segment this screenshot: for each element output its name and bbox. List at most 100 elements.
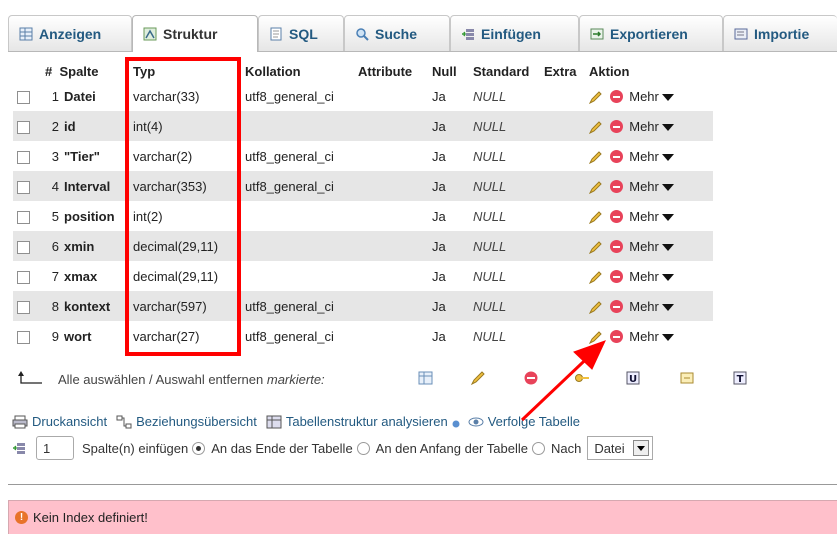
primary-key-icon[interactable] [574, 370, 590, 386]
select-all-link[interactable]: Alle auswählen / Auswahl entfernen marki… [58, 372, 325, 387]
edit-pencil-icon[interactable] [589, 210, 603, 224]
more-dropdown[interactable]: Mehr [629, 149, 674, 164]
delete-icon[interactable] [610, 330, 624, 344]
table-row: 1 Datei varchar(33) utf8_general_ci Ja NULL M… [13, 81, 713, 111]
radio-start-of-table[interactable] [356, 441, 370, 455]
search-icon [356, 27, 369, 41]
edit-pencil-icon[interactable] [470, 370, 486, 386]
delete-icon[interactable] [610, 90, 624, 104]
tab-label: Struktur [163, 26, 218, 42]
no-index-error: ! Kein Index definiert! [8, 500, 837, 534]
add-columns-label: Spalte(n) einfügen [82, 440, 189, 456]
track-table-link[interactable]: Verfolge Tabelle [488, 414, 580, 429]
more-label: Mehr [629, 239, 659, 255]
more-label: Mehr [629, 209, 659, 225]
tab-label: SQL [289, 25, 318, 42]
column-name-cell: 2 id [41, 111, 129, 141]
column-type: varchar(27) [129, 321, 241, 351]
delete-icon[interactable] [610, 270, 624, 284]
header-extra[interactable]: Extra [540, 61, 585, 81]
more-dropdown[interactable]: Mehr [629, 269, 674, 284]
row-checkbox[interactable] [17, 150, 30, 164]
row-checkbox[interactable] [17, 300, 30, 314]
delete-icon[interactable] [523, 370, 539, 386]
fulltext-icon[interactable]: T [732, 370, 748, 386]
column-default: NULL [469, 201, 540, 231]
header-standard[interactable]: Standard [469, 61, 540, 81]
print-view-link[interactable]: Druckansicht [32, 414, 107, 429]
delete-icon[interactable] [610, 120, 624, 134]
column-type: decimal(29,11) [129, 261, 241, 291]
after-column-select[interactable]: Datei [587, 436, 654, 460]
column-type: int(2) [129, 201, 241, 231]
row-checkbox[interactable] [17, 240, 30, 254]
column-count-input[interactable]: 1 [36, 436, 74, 460]
row-checkbox[interactable] [17, 90, 30, 104]
insert-column-icon [13, 443, 25, 454]
tab-struktur[interactable]: Struktur [132, 15, 258, 52]
row-checkbox[interactable] [17, 210, 30, 224]
header-spalte-label[interactable]: Spalte [59, 64, 98, 79]
header-typ[interactable]: Typ [129, 61, 241, 81]
radio-end-of-table[interactable] [192, 441, 206, 455]
chevron-down-icon[interactable] [633, 440, 650, 456]
column-name: kontext [64, 298, 111, 314]
column-collation: utf8_general_ci [241, 171, 354, 201]
more-dropdown[interactable]: Mehr [629, 89, 674, 104]
tab-exportieren[interactable]: Exportieren [579, 15, 723, 51]
caret-down-icon [661, 184, 674, 192]
column-default: NULL [469, 231, 540, 261]
table-row: 3 "Tier" varchar(2) utf8_general_ci Ja NULL M… [13, 141, 713, 171]
delete-icon[interactable] [610, 240, 624, 254]
tab-label: Anzeigen [39, 25, 102, 42]
more-dropdown[interactable]: Mehr [629, 179, 674, 194]
edit-pencil-icon[interactable] [589, 240, 603, 254]
browse-icon[interactable] [418, 370, 434, 386]
table-row: 4 Interval varchar(353) utf8_general_ci Ja NU… [13, 171, 713, 201]
column-name-cell: 1 Datei [41, 81, 129, 111]
help-icon[interactable] [452, 415, 460, 429]
tab-label: Exportieren [610, 25, 688, 42]
edit-pencil-icon[interactable] [589, 330, 603, 344]
edit-pencil-icon[interactable] [589, 300, 603, 314]
row-checkbox[interactable] [17, 120, 30, 134]
column-actions: Mehr [585, 261, 713, 291]
delete-icon[interactable] [610, 300, 624, 314]
header-num: # [45, 63, 53, 79]
row-checkbox[interactable] [17, 330, 30, 344]
edit-pencil-icon[interactable] [589, 120, 603, 134]
relations-link[interactable]: Beziehungsübersicht [136, 414, 257, 429]
unique-icon[interactable]: U [625, 370, 641, 386]
row-checkbox[interactable] [17, 180, 30, 194]
tab-sql[interactable]: SQL [258, 15, 344, 51]
column-name-cell: 8 kontext [41, 291, 129, 321]
edit-pencil-icon[interactable] [589, 270, 603, 284]
column-name: wort [64, 328, 92, 344]
edit-pencil-icon[interactable] [589, 180, 603, 194]
tab-label: Suche [375, 25, 418, 42]
column-null: Ja [428, 141, 469, 171]
tab-einfuegen[interactable]: Einfügen [450, 15, 579, 51]
header-null[interactable]: Null [428, 61, 469, 81]
edit-pencil-icon[interactable] [589, 150, 603, 164]
column-extra [540, 81, 585, 111]
tab-importieren[interactable]: Importie [723, 15, 837, 51]
more-dropdown[interactable]: Mehr [629, 239, 674, 254]
more-dropdown[interactable]: Mehr [629, 119, 674, 134]
delete-icon[interactable] [610, 150, 624, 164]
index-icon[interactable] [679, 370, 695, 386]
delete-icon[interactable] [610, 180, 624, 194]
analyze-structure-link[interactable]: Tabellenstruktur analysieren [286, 414, 448, 429]
more-label: Mehr [629, 119, 659, 135]
row-checkbox[interactable] [17, 270, 30, 284]
more-dropdown[interactable]: Mehr [629, 299, 674, 314]
radio-after-column[interactable] [531, 441, 545, 455]
header-kollation[interactable]: Kollation [241, 61, 354, 81]
header-attribute[interactable]: Attribute [354, 61, 428, 81]
delete-icon[interactable] [610, 210, 624, 224]
tab-anzeigen[interactable]: Anzeigen [8, 15, 132, 51]
more-dropdown[interactable]: Mehr [629, 329, 674, 344]
edit-pencil-icon[interactable] [589, 90, 603, 104]
tab-suche[interactable]: Suche [344, 15, 450, 51]
more-dropdown[interactable]: Mehr [629, 209, 674, 224]
